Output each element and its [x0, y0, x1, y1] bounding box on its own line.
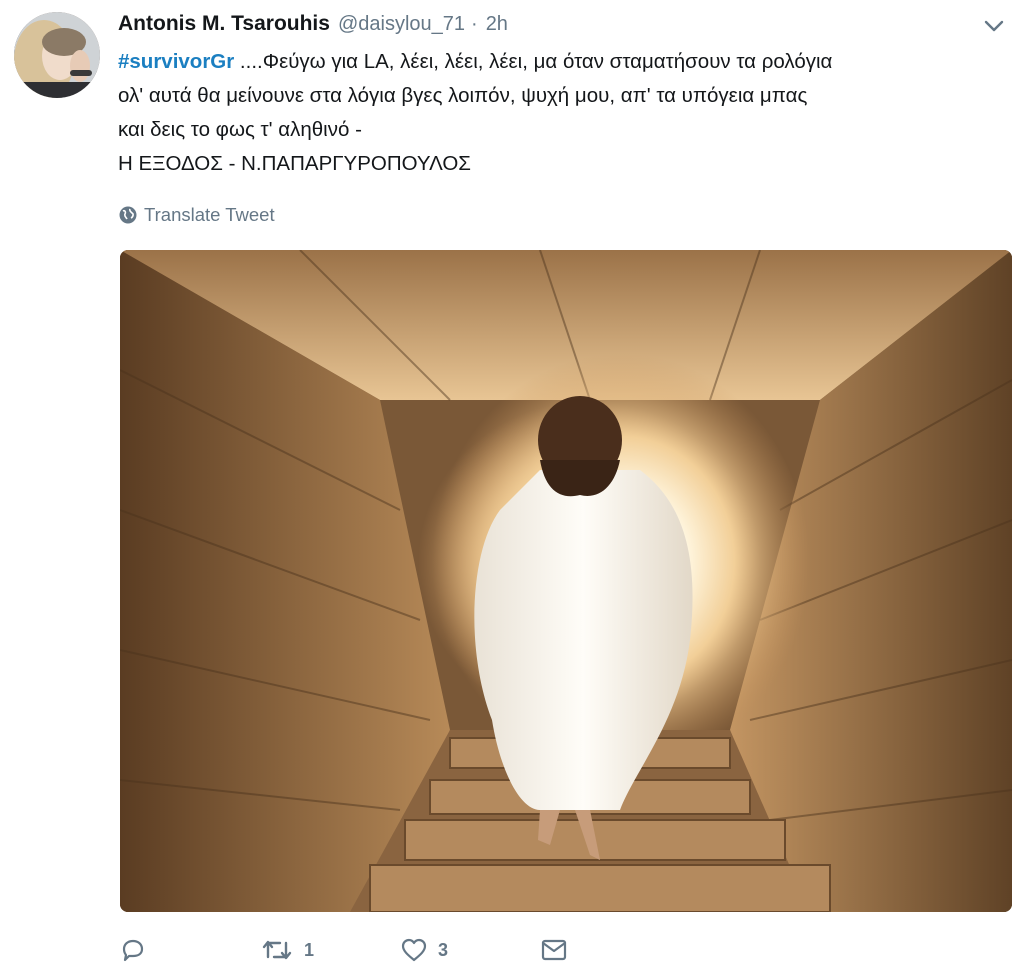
tweet-text-line-1-body: ....Φεύγω για LA, λέει, λέει, λέει, μα ό…	[234, 50, 833, 73]
author-handle[interactable]: @daisylou_71	[338, 13, 465, 36]
reply-icon	[122, 939, 144, 962]
reply-button[interactable]	[120, 937, 260, 963]
header-separator: ·	[471, 13, 478, 35]
tweet-text-line-1: #survivorGr ....Φεύγω για LA, λέει, λέει…	[118, 45, 1008, 79]
globe-icon	[119, 206, 137, 224]
tweet-actions: 1 3	[120, 930, 568, 970]
heart-icon	[401, 938, 427, 962]
tweet-header: Antonis M. Tsarouhis @daisylou_71 · 2h	[118, 12, 508, 40]
hashtag-link[interactable]: #survivorGr	[118, 50, 234, 73]
tweet-media-image[interactable]	[120, 250, 1012, 912]
tweet-text-line-2: ολ' αυτά θα μείνουνε στα λόγια βγες λοιπ…	[118, 84, 808, 107]
avatar[interactable]	[14, 12, 100, 98]
author-name[interactable]: Antonis M. Tsarouhis	[118, 12, 330, 36]
like-count: 3	[438, 939, 449, 960]
retweet-icon	[262, 940, 292, 960]
like-button[interactable]: 3	[400, 937, 540, 963]
tweet-menu-button[interactable]	[981, 16, 1007, 36]
direct-message-button[interactable]	[540, 938, 568, 962]
tweet-text-line-3: και δεις το φως τ' αληθινό -	[118, 118, 362, 141]
chevron-down-icon	[984, 20, 1004, 32]
tweet-card: Antonis M. Tsarouhis @daisylou_71 · 2h #…	[0, 0, 1024, 976]
avatar-image	[14, 12, 100, 98]
envelope-icon	[541, 939, 567, 961]
tweet-text-line-4: Η ΕΞΟΔΟΣ - Ν.ΠΑΠΑΡΓΥΡΟΠΟΥΛΟΣ	[118, 152, 471, 175]
translate-tweet-label: Translate Tweet	[144, 204, 275, 225]
tweet-text: #survivorGr ....Φεύγω για LA, λέει, λέει…	[118, 45, 1008, 181]
retweet-count: 1	[304, 939, 315, 960]
translate-tweet-link[interactable]: Translate Tweet	[118, 202, 275, 228]
tunnel-exit-photo	[120, 250, 1012, 912]
timestamp[interactable]: 2h	[486, 13, 508, 36]
retweet-button[interactable]: 1	[260, 937, 400, 963]
